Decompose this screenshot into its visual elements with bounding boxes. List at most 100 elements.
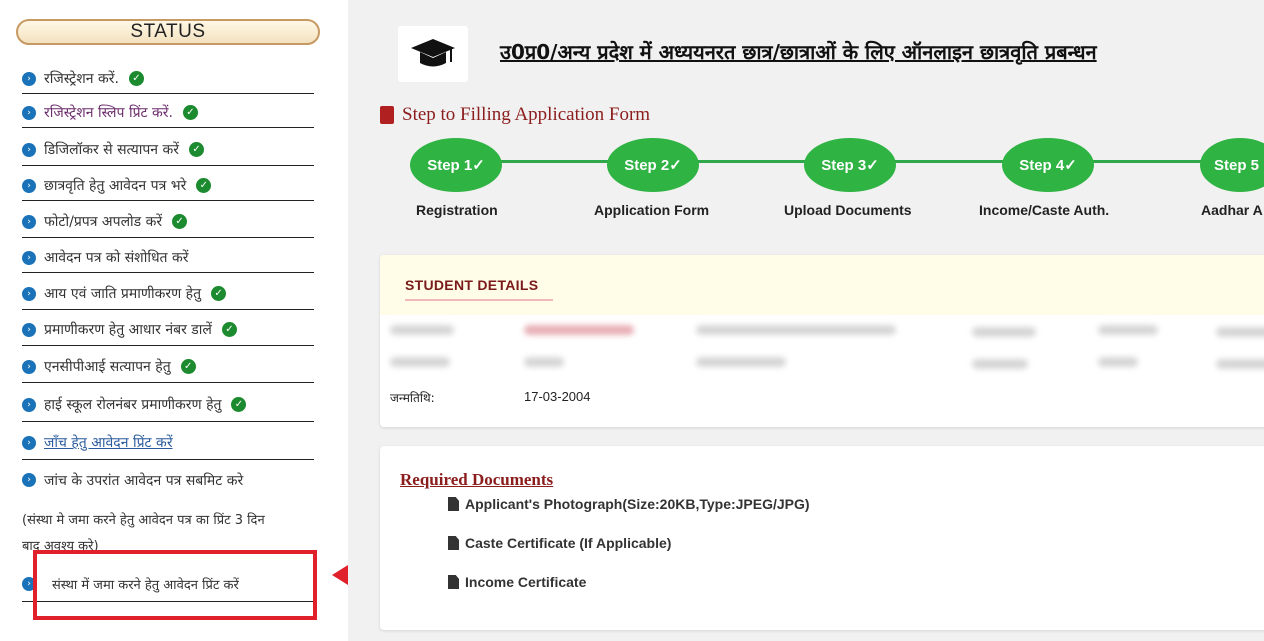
check-icon: ✓: [182, 105, 198, 120]
step-badge-text: Step 2: [624, 156, 670, 174]
menu-item-submit[interactable]: › जांच के उपरांत आवेदन पत्र सबमिट करे: [22, 463, 314, 497]
file-icon: [448, 575, 459, 589]
step-badge-text: Step 1: [427, 156, 473, 174]
document-item-label: Caste Certificate (If Applicable): [465, 535, 672, 551]
blurred-field: [1216, 327, 1264, 337]
menu-item-registration[interactable]: › रजिस्ट्रेशन करें. ✓: [22, 64, 314, 94]
check-icon: ✓: [211, 286, 227, 301]
chevron-right-icon: ›: [22, 214, 36, 229]
student-details-card: STUDENT DETAILS जन्मतिथि: 17-03-2004: [380, 255, 1264, 427]
highlight-box: [33, 550, 317, 620]
menu-item-label: एनसीपीआई सत्यापन हेतु: [44, 359, 171, 375]
blurred-field: [1098, 325, 1158, 335]
step-badge-text: Step 5: [1214, 156, 1260, 174]
blurred-field: [390, 357, 450, 367]
sidebar: STATUS › रजिस्ट्रेशन करें. ✓ › रजिस्ट्रे…: [0, 0, 348, 641]
blurred-field: [524, 357, 564, 367]
chevron-right-icon: ›: [22, 250, 36, 265]
step-5-label: Aadhar A: [1201, 202, 1263, 218]
check-circle-icon: ✓: [472, 157, 485, 174]
steps-heading-text: Step to Filling Application Form: [402, 104, 651, 125]
document-item: Applicant's Photograph(Size:20KB,Type:JP…: [448, 496, 810, 512]
menu-item-digilocker[interactable]: › डिजिलॉकर से सत्यापन करें ✓: [22, 134, 314, 166]
menu-item-label: हाई स्कूल रोलनंबर प्रमाणीकरण हेतु: [44, 397, 222, 413]
chevron-right-icon: ›: [22, 473, 36, 487]
blurred-field: [696, 325, 896, 335]
blurred-field: [524, 325, 634, 335]
main-content: उ0प्र0/अन्य प्रदेश में अध्ययनरत छात्र/छा…: [348, 0, 1264, 641]
check-icon: ✓: [231, 397, 247, 412]
step-2-label: Application Form: [594, 202, 710, 218]
menu-item-npci[interactable]: › एनसीपीआई सत्यापन हेतु ✓: [22, 351, 314, 383]
menu-item-fill-application[interactable]: › छात्रवृति हेतु आवेदन पत्र भरे ✓: [22, 171, 314, 201]
check-circle-icon: ✓: [866, 157, 879, 174]
chevron-right-icon: ›: [22, 322, 36, 337]
menu-item-income-caste[interactable]: › आय एवं जाति प्रमाणीकरण हेतु ✓: [22, 278, 314, 310]
menu-item-print-for-check[interactable]: › जाँच हेतु आवेदन प्रिंट करें: [22, 426, 314, 460]
menu-item-label: प्रमाणीकरण हेतु आधार नंबर डालें: [44, 322, 212, 338]
step-badge-text: Step 4: [1019, 156, 1065, 174]
step-1-label: Registration: [416, 202, 498, 218]
check-icon: ✓: [189, 142, 205, 157]
chevron-right-icon: ›: [22, 178, 36, 193]
menu-item-label: आवेदन पत्र को संशोधित करें: [44, 250, 189, 266]
dob-value: 17-03-2004: [524, 389, 591, 404]
title-underline: [405, 299, 553, 301]
blurred-field: [1216, 359, 1264, 369]
menu-item-label: जांच के उपरांत आवेदन पत्र सबमिट करे: [44, 472, 244, 489]
check-circle-icon: ✓: [669, 157, 682, 174]
chevron-right-icon: ›: [22, 142, 36, 157]
document-item-label: Income Certificate: [465, 574, 587, 590]
menu-item-label: रजिस्ट्रेशन करें.: [44, 71, 119, 87]
menu-item-registration-slip[interactable]: › रजिस्ट्रेशन स्लिप प्रिंट करें. ✓: [22, 98, 314, 128]
file-icon: [448, 536, 459, 550]
step-3-label: Upload Documents: [784, 202, 912, 218]
chevron-right-icon: ›: [22, 397, 36, 412]
step-5-badge[interactable]: Step 5: [1200, 138, 1264, 192]
step-3-badge[interactable]: Step 3 ✓: [804, 138, 896, 192]
file-icon: [448, 497, 459, 511]
blurred-field: [390, 325, 454, 335]
step-4-badge[interactable]: Step 4 ✓: [1002, 138, 1094, 192]
submit-note-line1: (संस्था मे जमा करने हेतु आवेदन पत्र का प…: [22, 513, 265, 528]
check-icon: ✓: [128, 71, 144, 86]
blurred-field: [1098, 357, 1138, 367]
document-item: Income Certificate: [448, 574, 586, 590]
menu-item-label: डिजिलॉकर से सत्यापन करें: [44, 142, 180, 158]
graduation-cap-icon: [411, 39, 455, 67]
menu-item-label: फोटो/प्रपत्र अपलोड करें: [44, 214, 163, 230]
step-badge-text: Step 3: [821, 156, 867, 174]
menu-item-label: रजिस्ट्रेशन स्लिप प्रिंट करें.: [44, 105, 173, 121]
menu-item-modify-application[interactable]: › आवेदन पत्र को संशोधित करें: [22, 243, 314, 273]
logo-box: [398, 26, 468, 82]
menu-item-aadhaar[interactable]: › प्रमाणीकरण हेतु आधार नंबर डालें ✓: [22, 314, 314, 346]
step-1-badge[interactable]: Step 1 ✓: [410, 138, 502, 192]
document-item: Caste Certificate (If Applicable): [448, 535, 671, 551]
student-details-title: STUDENT DETAILS: [405, 277, 539, 293]
menu-item-upload-photo[interactable]: › फोटो/प्रपत्र अपलोड करें ✓: [22, 206, 314, 238]
check-icon: ✓: [180, 359, 196, 374]
step-4-label: Income/Caste Auth.: [979, 202, 1110, 218]
chevron-right-icon: ›: [22, 359, 36, 374]
blurred-field: [972, 327, 1036, 337]
menu-item-label: आय एवं जाति प्रमाणीकरण हेतु: [44, 286, 202, 302]
blurred-field: [696, 357, 786, 367]
blurred-field: [972, 359, 1028, 369]
check-icon: ✓: [221, 322, 237, 337]
submit-note: (संस्था मे जमा करने हेतु आवेदन पत्र का प…: [22, 504, 322, 556]
required-documents-card: Required Documents Applicant's Photograp…: [380, 446, 1264, 630]
required-documents-title[interactable]: Required Documents: [400, 470, 553, 490]
dob-label: जन्मतिथि:: [390, 391, 435, 405]
check-circle-icon: ✓: [1064, 157, 1077, 174]
chevron-right-icon: ›: [22, 286, 36, 301]
menu-item-label: छात्रवृति हेतु आवेदन पत्र भरे: [44, 178, 187, 194]
menu-item-highschool-roll[interactable]: › हाई स्कूल रोलनंबर प्रमाणीकरण हेतु ✓: [22, 388, 314, 422]
menu-item-label: जाँच हेतु आवेदन प्रिंट करें: [44, 435, 173, 451]
chevron-right-icon: ›: [22, 71, 36, 86]
step-2-badge[interactable]: Step 2 ✓: [607, 138, 699, 192]
check-icon: ✓: [196, 178, 212, 193]
steps-heading: Step to Filling Application Form: [380, 104, 650, 126]
page-title: उ0प्र0/अन्य प्रदेश में अध्ययनरत छात्र/छा…: [500, 40, 1097, 64]
chevron-right-icon: ›: [22, 435, 36, 450]
status-header: STATUS: [16, 19, 320, 45]
